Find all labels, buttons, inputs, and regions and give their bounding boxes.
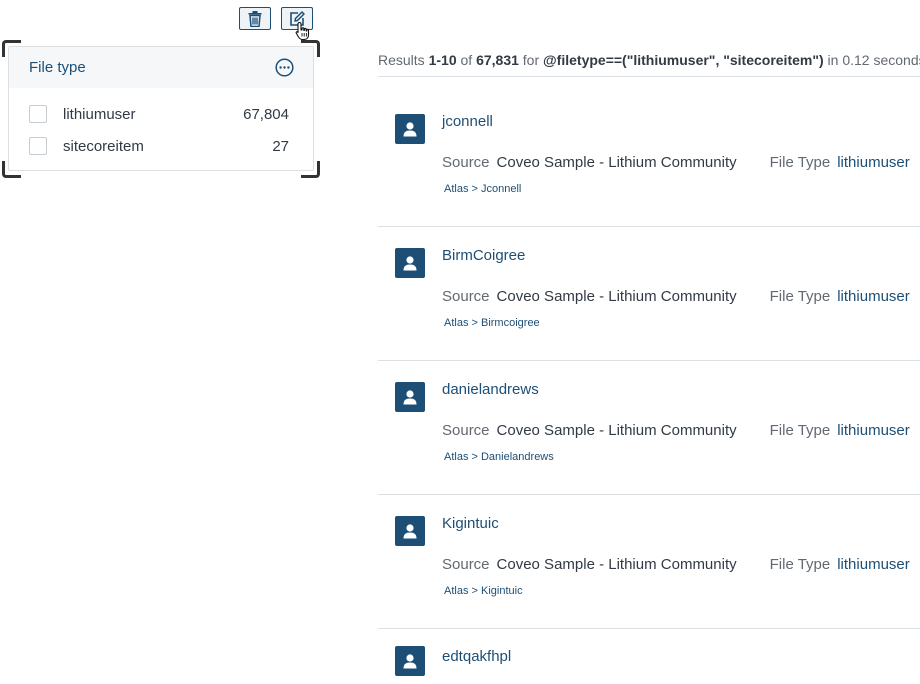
result-breadcrumb[interactable]: Atlas > Danielandrews: [444, 451, 554, 463]
delete-button[interactable]: [239, 7, 271, 30]
filetype-label: File Type: [769, 154, 831, 171]
filetype-value[interactable]: lithiumuser: [837, 422, 910, 439]
result-fields: Source Coveo Sample - Lithium Community Fi…: [442, 154, 910, 171]
result-item: edtqakfhpl: [378, 628, 920, 684]
query-expression: @filetype==("lithiumuser", "sitecoreitem…: [543, 52, 824, 68]
more-options-icon[interactable]: [275, 58, 294, 77]
result-item: danielandrews Source Coveo Sample - Lithi…: [378, 360, 920, 494]
trash-icon: [248, 10, 262, 27]
result-item: jconnell Source Coveo Sample - Lithium Co…: [378, 92, 920, 226]
query-duration: 0.12 seconds: [842, 52, 920, 68]
result-title-link[interactable]: danielandrews: [442, 381, 539, 398]
facet-value-count: 27: [272, 137, 289, 155]
result-breadcrumb[interactable]: Atlas > Kigintuic: [444, 585, 523, 597]
filetype-label: File Type: [769, 556, 831, 573]
result-breadcrumb[interactable]: Atlas > Birmcoigree: [444, 317, 540, 329]
result-item: Kigintuic Source Coveo Sample - Lithium C…: [378, 494, 920, 628]
source-label: Source: [442, 556, 490, 573]
result-item: BirmCoigree Source Coveo Sample - Lithium…: [378, 226, 920, 360]
result-fields: Source Coveo Sample - Lithium Community Fi…: [442, 288, 910, 305]
user-icon: [395, 248, 425, 278]
result-title-link[interactable]: edtqakfhpl: [442, 648, 511, 665]
facet-value-caption: sitecoreitem: [63, 137, 144, 155]
facet-value-caption: lithiumuser: [63, 105, 136, 123]
result-breadcrumb[interactable]: Atlas > Jconnell: [444, 183, 521, 195]
filetype-label: File Type: [769, 422, 831, 439]
user-icon: [395, 114, 425, 144]
source-value: Coveo Sample - Lithium Community: [496, 422, 737, 439]
facet-value-sitecoreitem[interactable]: sitecoreitem 27: [9, 130, 313, 162]
filetype-value[interactable]: lithiumuser: [837, 288, 910, 305]
facet-value-count: 67,804: [243, 105, 289, 123]
hand-pointer-icon: [295, 21, 310, 41]
result-fields: Source Coveo Sample - Lithium Community Fi…: [442, 556, 910, 573]
checkbox[interactable]: [29, 105, 47, 123]
facet-header: File type: [9, 47, 313, 88]
result-title-link[interactable]: Kigintuic: [442, 515, 499, 532]
result-range: 1-10: [428, 52, 457, 68]
facet-title: File type: [29, 59, 86, 76]
query-summary: Results 1-10 of 67,831 for @filetype==("…: [378, 52, 920, 68]
filetype-value[interactable]: lithiumuser: [837, 154, 910, 171]
file-type-facet: File type lithiumuser 67,804 sitecoreite…: [8, 46, 314, 171]
facet-values: lithiumuser 67,804 sitecoreitem 27: [9, 88, 313, 162]
user-icon: [395, 646, 425, 676]
source-label: Source: [442, 154, 490, 171]
checkbox[interactable]: [29, 137, 47, 155]
result-fields: Source Coveo Sample - Lithium Community Fi…: [442, 422, 910, 439]
result-total: 67,831: [476, 52, 519, 68]
source-label: Source: [442, 422, 490, 439]
user-icon: [395, 516, 425, 546]
user-icon: [395, 382, 425, 412]
filetype-value[interactable]: lithiumuser: [837, 556, 910, 573]
source-value: Coveo Sample - Lithium Community: [496, 154, 737, 171]
source-value: Coveo Sample - Lithium Community: [496, 288, 737, 305]
facet-value-lithiumuser[interactable]: lithiumuser 67,804: [9, 98, 313, 130]
filetype-label: File Type: [769, 288, 831, 305]
divider: [378, 76, 920, 77]
source-value: Coveo Sample - Lithium Community: [496, 556, 737, 573]
result-title-link[interactable]: jconnell: [442, 113, 493, 130]
source-label: Source: [442, 288, 490, 305]
result-title-link[interactable]: BirmCoigree: [442, 247, 525, 264]
